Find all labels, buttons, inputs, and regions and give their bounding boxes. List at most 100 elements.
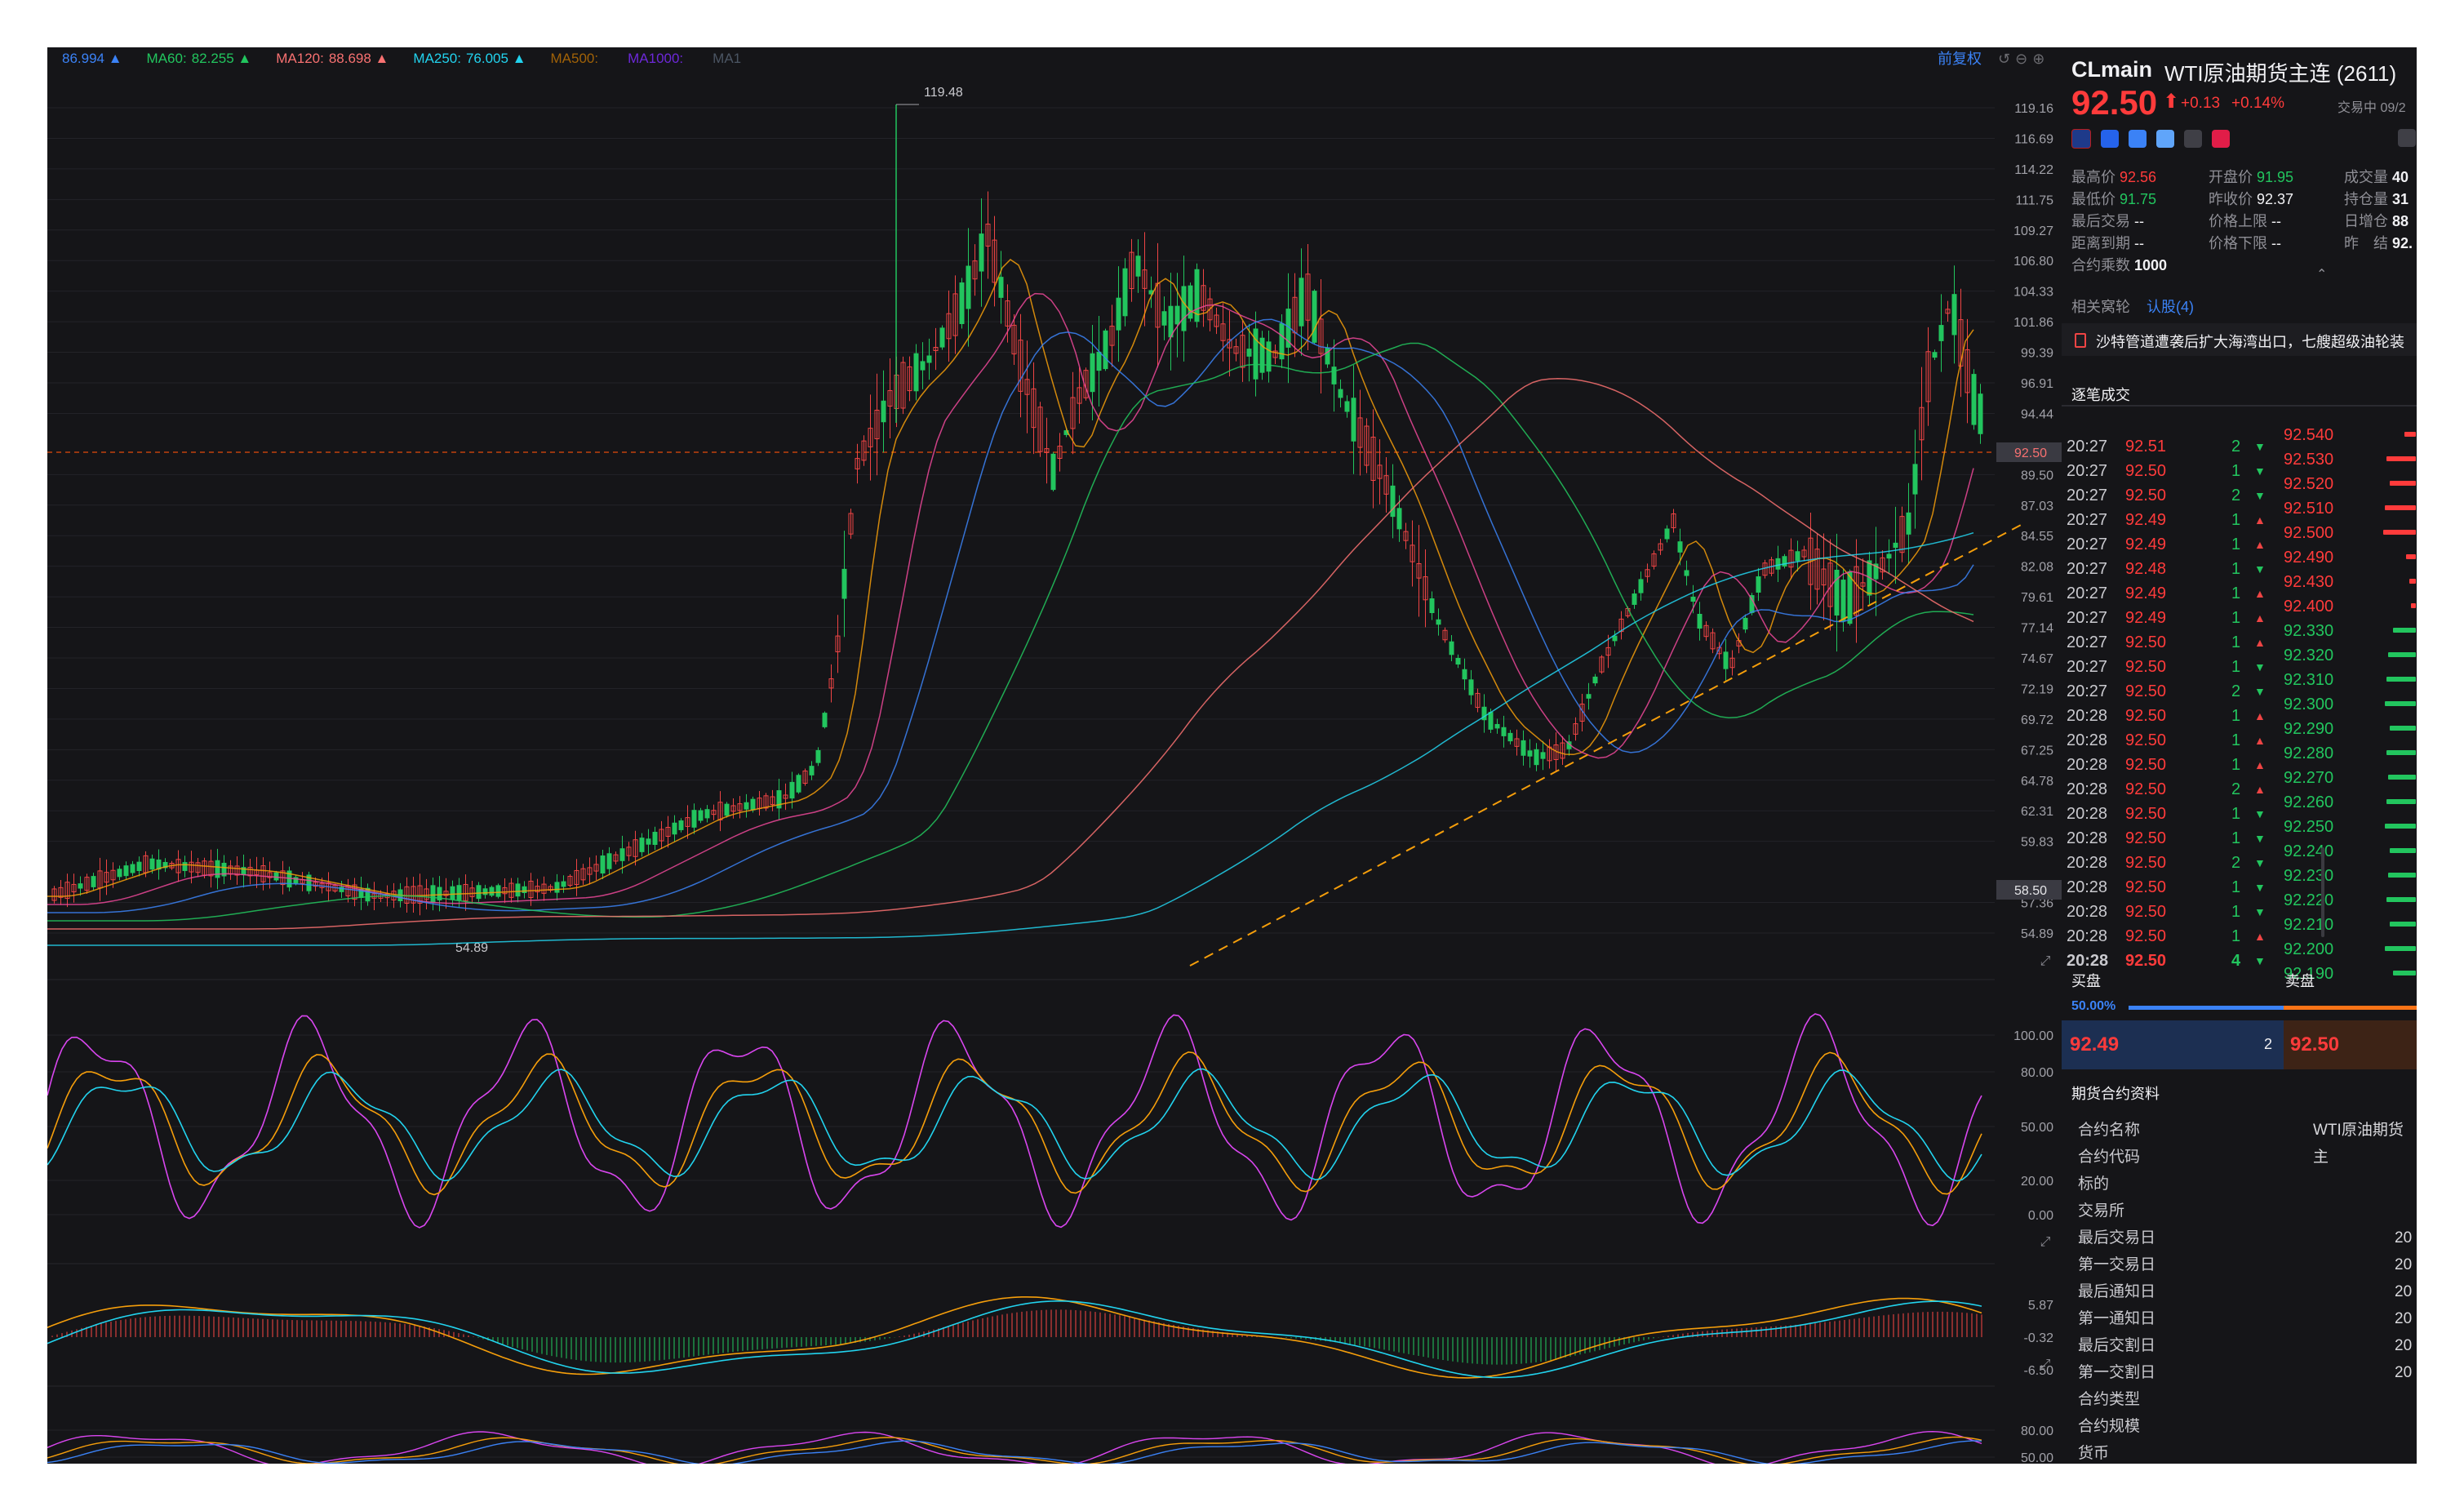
level-volume-bar (2385, 946, 2416, 951)
us-flag-icon (2071, 129, 2091, 149)
price-change-pct: +0.14% (2231, 95, 2284, 112)
collapse-chevron-icon[interactable]: ⌃ (2316, 266, 2327, 282)
candle-body (1912, 464, 1918, 495)
ma-legend-label: MA500: (550, 51, 599, 66)
news-headline[interactable]: 沙特管道遭袭后扩大海湾出口，七艘超级油轮装 (2096, 331, 2404, 352)
candle-body (698, 810, 704, 821)
candle-body (1259, 337, 1265, 373)
kdj-axis-label: 80.00 (2021, 1066, 2053, 1080)
price-axis-label: 106.80 (2013, 255, 2053, 269)
level-volume-bar (2385, 701, 2416, 706)
level-volume-bar (2390, 726, 2416, 731)
contract-field-value: WTI原油期货主 (2313, 1122, 2404, 1166)
ask-ratio-bar (2284, 1006, 2417, 1010)
quote-sidebar: CLmain WTI原油期货主连 (2611) 92.50 ⬆ +0.13 +0… (2062, 47, 2417, 1464)
price-axis-label: 114.22 (2014, 163, 2053, 177)
ask-label: 卖盘 (2285, 973, 2315, 989)
candle-body (489, 887, 495, 896)
price-axis-label: 67.25 (2021, 744, 2053, 758)
candle-body (1174, 305, 1180, 325)
share-icon[interactable] (2156, 130, 2174, 148)
macd-axis-label: -6.50 (2024, 1364, 2054, 1378)
adjust-toggle-button[interactable]: 前复权 (1938, 47, 1982, 70)
ma-legend-label: MA120: (276, 51, 324, 66)
price-axis-label: 79.61 (2021, 591, 2053, 605)
ma-legend-value: 86.994 ▲ (62, 51, 122, 66)
price-level-row: 92.270 (2284, 766, 2416, 790)
candle-body (639, 838, 645, 852)
rsi-axis-label: 50.00 (2021, 1451, 2053, 1464)
candle-body (920, 361, 926, 371)
price-level-row: 92.500 (2284, 521, 2416, 545)
related-warrants-link[interactable]: 认股(4) (2147, 296, 2194, 317)
price-axis-label: 87.03 (2021, 500, 2053, 513)
contract-field-label: 交易所 (2078, 1202, 2125, 1220)
candle-body (1050, 453, 1056, 491)
candle-body (744, 802, 749, 810)
price-axis-label: 109.27 (2013, 224, 2053, 238)
quote-col-2: 开盘价 91.95 昨收价 92.37 价格上限 -- 价格下限 -- (2209, 169, 2294, 251)
candle-body (691, 810, 697, 828)
note-icon[interactable] (2184, 130, 2202, 148)
zoom-out-icon[interactable]: ⊖ (2015, 51, 2032, 67)
candle-body (1181, 286, 1187, 331)
expand-pane-icon[interactable]: ⤢ (2040, 954, 2051, 968)
candle-body (1834, 569, 1840, 616)
chart-area[interactable]: 119.16 116.69 114.22 111.75 109.27 106.80 104.… (47, 47, 2062, 1464)
kline-chart[interactable]: 119.16 116.69 114.22 111.75 109.27 106.80 104.… (47, 47, 2062, 1464)
contract-field-label: 合约类型 (2078, 1391, 2141, 1408)
candle-body (913, 353, 919, 392)
ma-legend: 86.994 ▲ MA60: 82.255 ▲ MA120: 88.698 ▲ MA250… (57, 47, 770, 70)
candle-body (1488, 712, 1494, 730)
candle-body (1951, 294, 1957, 336)
last-price: 92.50 (2071, 83, 2158, 122)
undo-icon[interactable]: ↺ (1998, 51, 2015, 67)
price-level-row: 92.230 (2284, 864, 2416, 888)
candle-body (1638, 579, 1644, 593)
favorite-heart-icon[interactable] (2212, 130, 2230, 148)
contract-field-label: 货币 (2078, 1445, 2110, 1462)
candle-body (1161, 311, 1167, 326)
current-price-tag: 92.50 (2014, 447, 2047, 460)
price-axis-label: 104.33 (2013, 286, 2053, 300)
candle-body (1135, 256, 1141, 277)
candle-body (1501, 727, 1507, 736)
chart-tools[interactable]: ↺⊖⊕ (1998, 51, 2049, 68)
candle-body (1540, 752, 1546, 759)
level-volume-bar (2388, 775, 2416, 780)
contract-field-label: 第一交易日 (2078, 1256, 2156, 1273)
price-level-row: 92.300 (2284, 692, 2416, 717)
candle-body (822, 713, 828, 727)
lightning-icon[interactable] (2101, 130, 2119, 148)
bell-icon[interactable] (2398, 129, 2416, 147)
candle-body (1396, 508, 1402, 530)
candle-body (1351, 398, 1356, 442)
symbol-code: CLmain (2071, 57, 2153, 82)
price-axis-label: 119.16 (2014, 102, 2053, 116)
news-icon (2075, 333, 2086, 348)
candle-body (78, 883, 83, 889)
level-volume-bar (2390, 481, 2416, 486)
macd-axis-label: 5.87 (2028, 1299, 2053, 1313)
price-axis-label: 64.78 (2021, 775, 2053, 789)
alert-icon[interactable] (2129, 130, 2147, 148)
candle-body (1978, 393, 1983, 434)
up-arrow-icon: ⬆ (2163, 91, 2180, 113)
candle-body (678, 820, 684, 830)
scrollbar[interactable] (2321, 847, 2324, 937)
candle-body (1299, 278, 1304, 327)
candle-body (646, 838, 651, 845)
expand-pane-icon[interactable]: ⤢ (2040, 1235, 2051, 1249)
trendline (1189, 523, 2023, 967)
candle-body (561, 881, 566, 887)
level-volume-bar (2385, 505, 2416, 510)
candle-body (1096, 351, 1102, 371)
zoom-in-icon[interactable]: ⊕ (2032, 51, 2049, 67)
contract-field-label: 第一通知日 (2078, 1310, 2156, 1327)
level-volume-bar (2386, 799, 2416, 804)
price-level-row: 92.210 (2284, 913, 2416, 937)
level-volume-bar (2393, 971, 2416, 975)
contract-field-label: 最后通知日 (2078, 1283, 2156, 1300)
level-volume-bar (2393, 628, 2416, 633)
candle-body (1932, 352, 1938, 358)
